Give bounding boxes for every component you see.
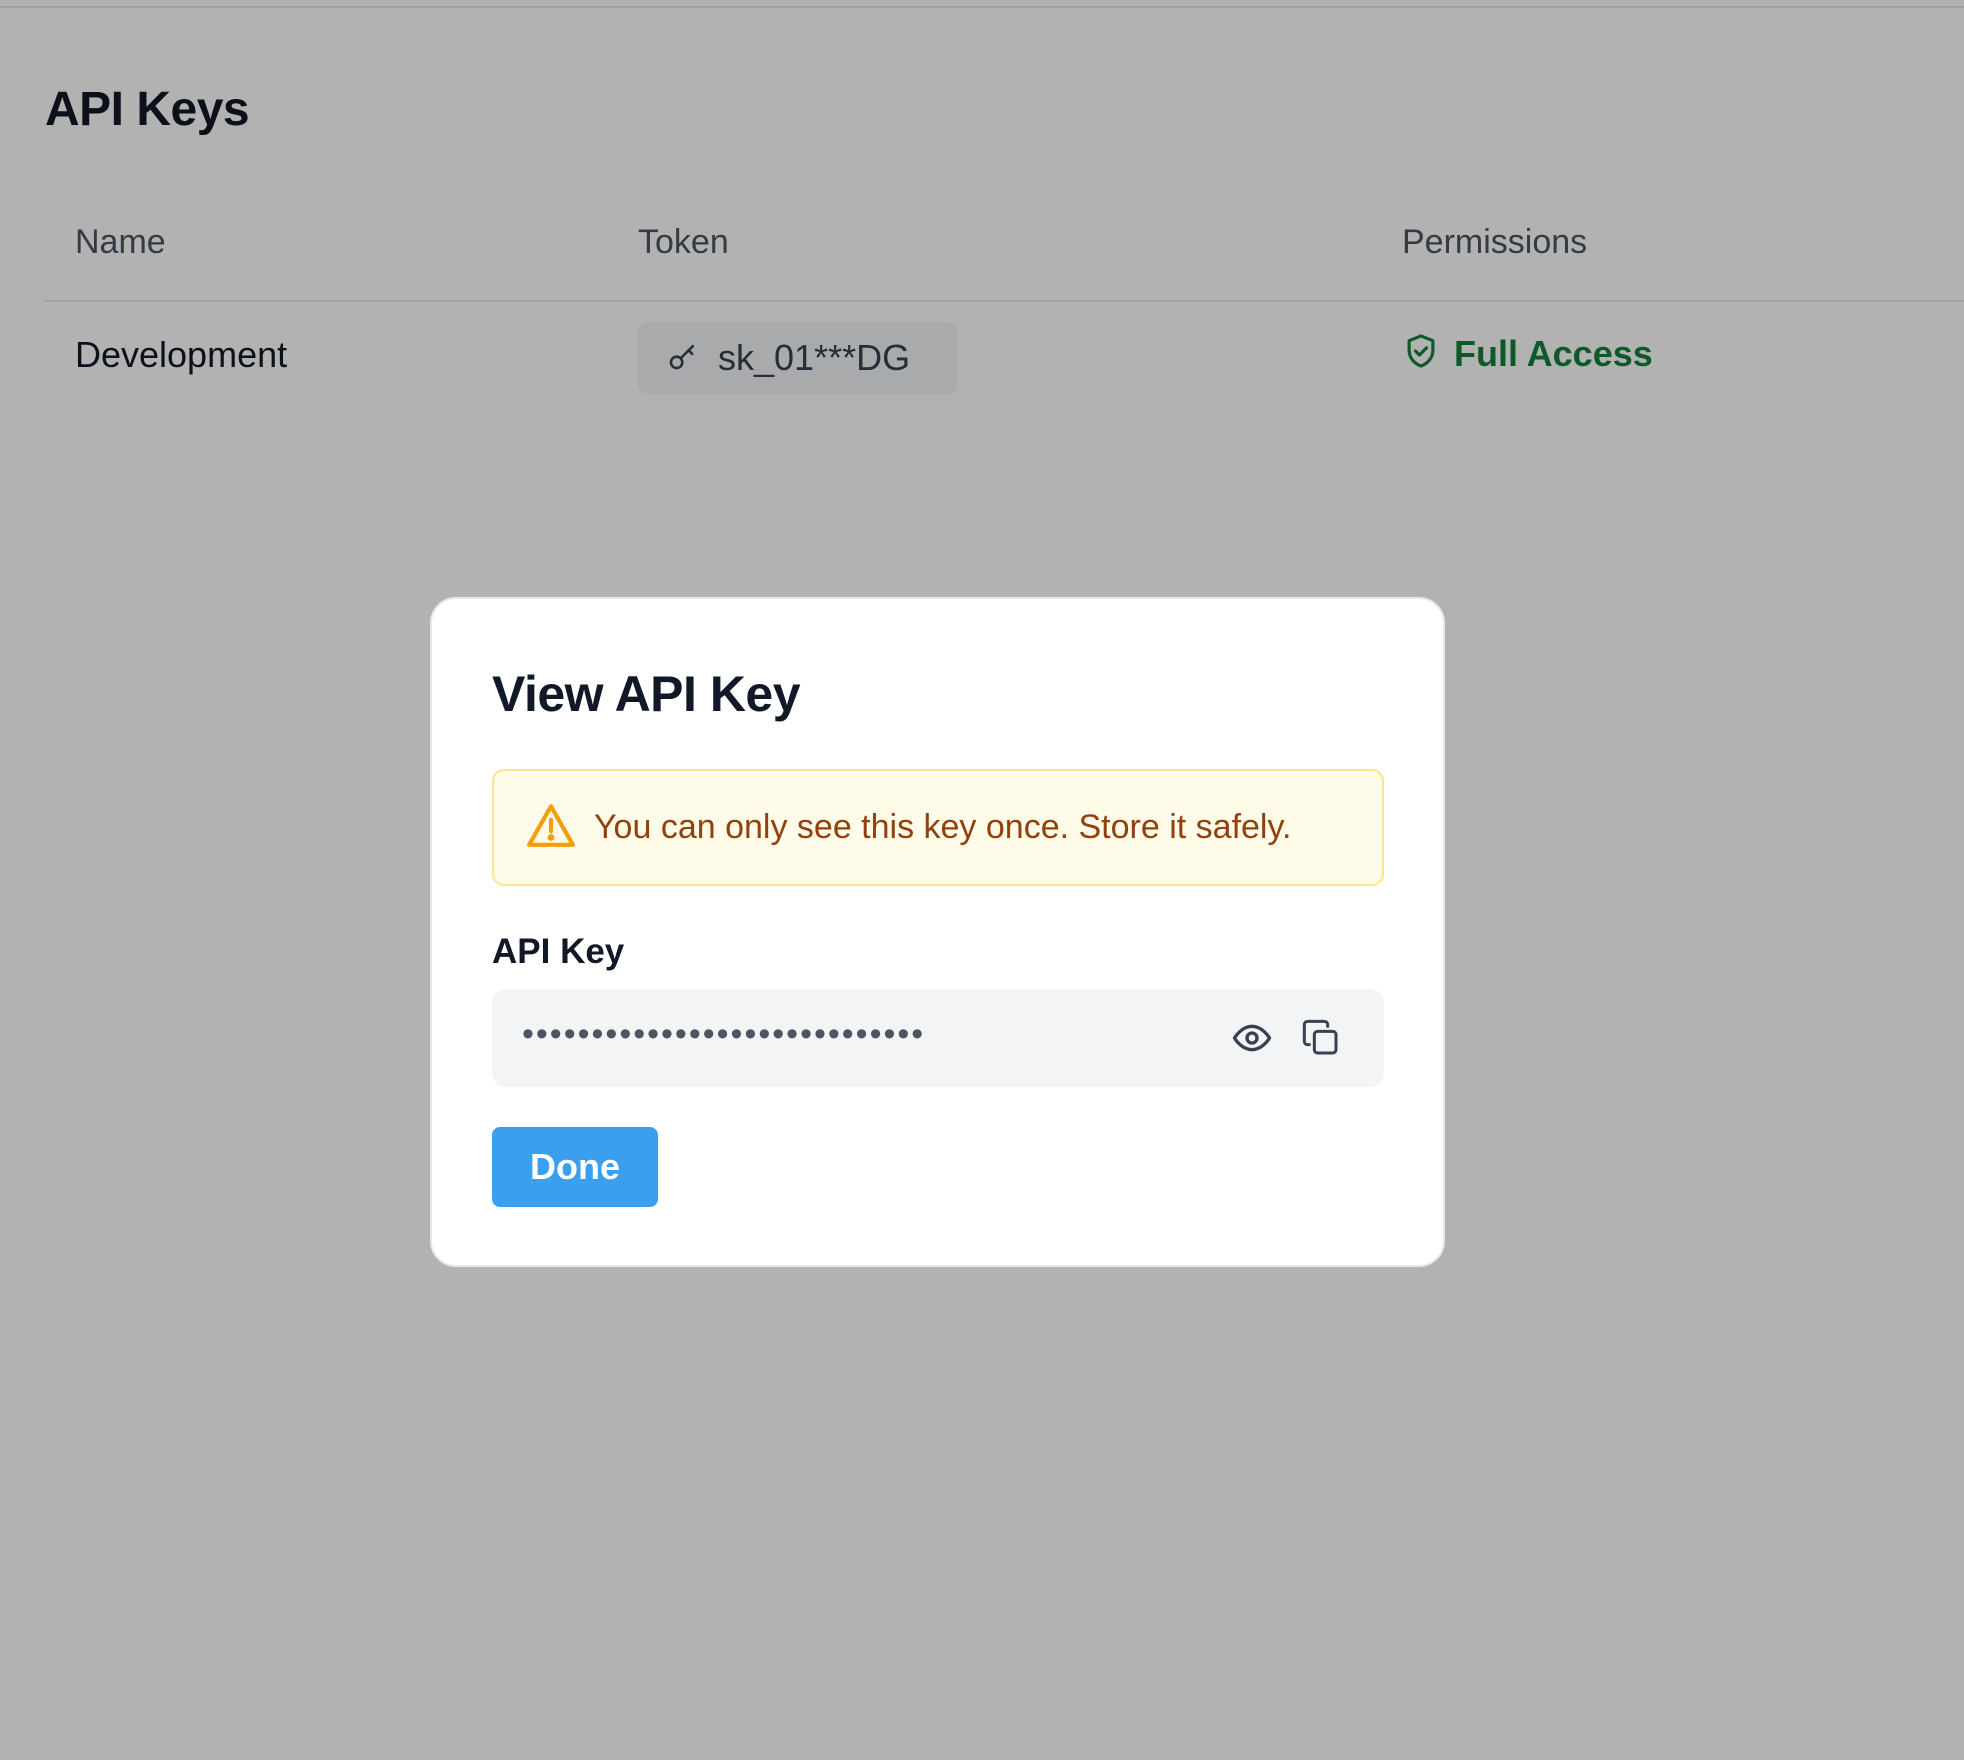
warning-triangle-icon xyxy=(526,802,576,853)
api-key-field[interactable]: ••••••••••••••••••••••••••••• xyxy=(492,989,1384,1087)
masked-key-value[interactable]: ••••••••••••••••••••••••••••• xyxy=(522,1015,925,1054)
view-api-key-dialog: View API Key You can only see this key o… xyxy=(430,597,1445,1267)
done-button[interactable]: Done xyxy=(492,1127,658,1207)
dialog-title: View API Key xyxy=(492,666,801,722)
eye-icon[interactable] xyxy=(1229,1015,1275,1061)
warning-alert: You can only see this key once. Store it… xyxy=(492,769,1384,886)
warning-text: You can only see this key once. Store it… xyxy=(594,808,1292,846)
api-key-label: API Key xyxy=(492,932,625,971)
copy-icon[interactable] xyxy=(1298,1015,1344,1061)
